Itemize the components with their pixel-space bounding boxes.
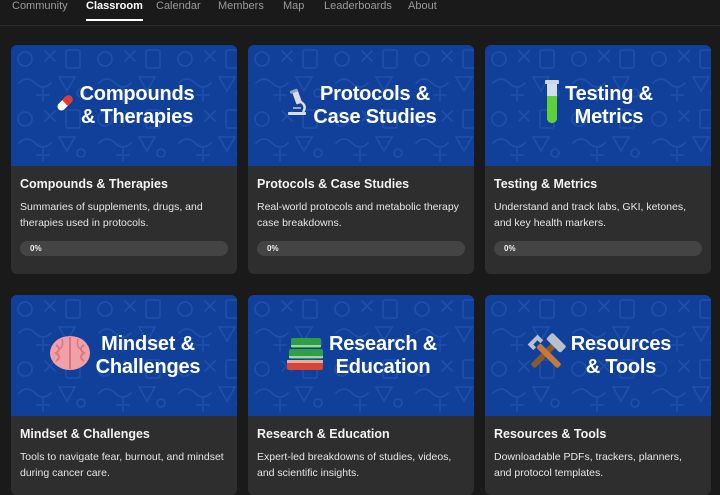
progress-label: 0% [267, 244, 279, 253]
course-title: Mindset & Challenges [20, 427, 150, 441]
tab-leaderboards[interactable]: Leaderboards [324, 0, 392, 24]
course-title: Research & Education [257, 427, 390, 441]
tab-members[interactable]: Members [218, 0, 264, 24]
course-progress-bar: 0% [494, 241, 702, 256]
course-card-research[interactable]: Research & Education Research & Educatio… [248, 295, 474, 495]
progress-label: 0% [504, 244, 516, 253]
course-card-mindset[interactable]: Mindset & Challenges Mindset & Challenge… [11, 295, 237, 495]
course-description: Summaries of supplements, drugs, and the… [20, 201, 203, 229]
banner-title: Protocols & Case Studies [313, 82, 437, 128]
microscope-icon [285, 88, 309, 123]
tab-map[interactable]: Map [283, 0, 304, 24]
tab-about[interactable]: About [408, 0, 437, 24]
course-description: Downloadable PDFs, trackers, planners, a… [494, 451, 682, 479]
progress-label: 0% [30, 244, 42, 253]
banner-title: Compounds & Therapies [79, 82, 195, 128]
course-card-protocols[interactable]: Protocols & Case Studies Protocols & Cas… [248, 45, 474, 274]
course-progress-bar: 0% [257, 241, 465, 256]
course-description: Tools to navigate fear, burnout, and min… [20, 451, 224, 479]
banner-title: Mindset & Challenges [95, 332, 201, 378]
course-description: Expert-led breakdowns of studies, videos… [257, 451, 452, 479]
course-title: Compounds & Therapies [20, 177, 168, 191]
course-title: Protocols & Case Studies [257, 177, 410, 191]
course-description: Understand and track labs, GKI, ketones,… [494, 201, 687, 229]
course-title: Testing & Metrics [494, 177, 598, 191]
tab-calendar[interactable]: Calendar [156, 0, 201, 24]
course-banner: Resources & Tools [485, 295, 711, 416]
course-banner: Testing & Metrics [485, 45, 711, 166]
course-progress-bar: 0% [20, 241, 228, 256]
test-tube-icon [543, 80, 561, 131]
course-card-resources[interactable]: Resources & Tools Resources & Tools Down… [485, 295, 711, 495]
course-card-compounds[interactable]: Compounds & Therapies Compounds & Therap… [11, 45, 237, 274]
banner-title: Resources & Tools [570, 332, 672, 378]
pill-icon [54, 92, 76, 119]
course-card-testing[interactable]: Testing & Metrics Testing & Metrics Unde… [485, 45, 711, 274]
tab-classroom[interactable]: Classroom [86, 0, 143, 24]
course-title: Resources & Tools [494, 427, 607, 441]
tab-community[interactable]: Community [12, 0, 68, 24]
brain-icon [48, 333, 92, 378]
tools-icon [525, 332, 567, 379]
course-banner: Research & Education [248, 295, 474, 416]
course-banner: Mindset & Challenges [11, 295, 237, 416]
course-banner: Protocols & Case Studies [248, 45, 474, 166]
course-banner: Compounds & Therapies [11, 45, 237, 166]
banner-title: Testing & Metrics [565, 82, 653, 128]
course-description: Real-world protocols and metabolic thera… [257, 201, 459, 229]
banner-title: Research & Education [328, 332, 438, 378]
top-nav: Community Classroom Calendar Members Map… [0, 0, 720, 26]
books-icon [285, 334, 325, 377]
